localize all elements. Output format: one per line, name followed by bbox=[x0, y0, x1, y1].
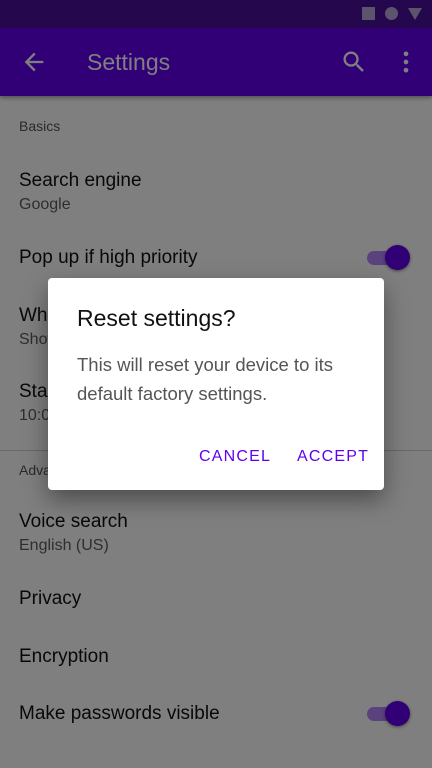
reset-settings-dialog: Reset settings? This will reset your dev… bbox=[48, 278, 384, 490]
accept-button[interactable]: ACCEPT bbox=[297, 448, 369, 466]
cancel-button[interactable]: CANCEL bbox=[199, 448, 271, 466]
dialog-title: Reset settings? bbox=[77, 305, 236, 331]
dialog-message: This will reset your device to its defau… bbox=[77, 354, 334, 404]
